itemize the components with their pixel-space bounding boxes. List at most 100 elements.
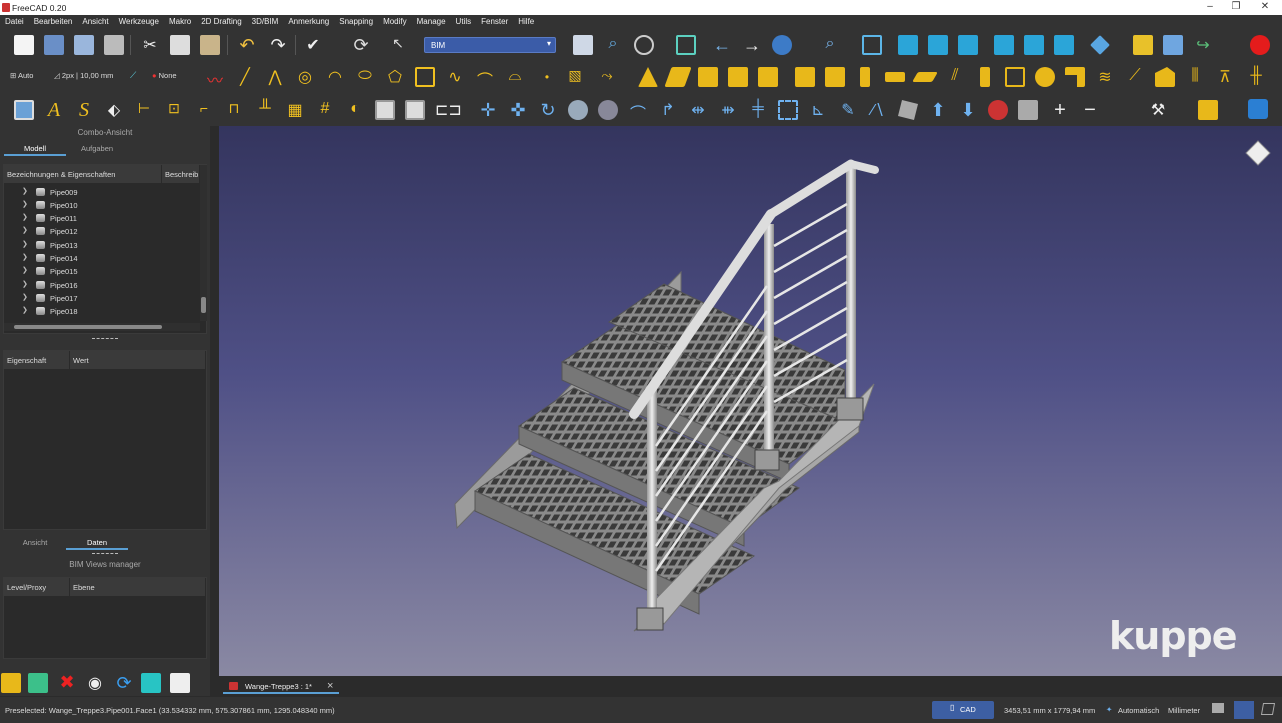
- shape-to-2d-icon[interactable]: [898, 100, 918, 120]
- hash-grid-icon[interactable]: #: [315, 100, 335, 120]
- zoom-selection-icon[interactable]: ⌕: [603, 35, 623, 55]
- python-console-icon[interactable]: [1260, 703, 1276, 715]
- wire-icon[interactable]: 〰: [205, 67, 225, 90]
- axis-system-icon[interactable]: ╨: [255, 100, 275, 120]
- tree-vertical-scrollbar[interactable]: [200, 165, 207, 321]
- slab-icon[interactable]: [795, 67, 815, 87]
- fillet-icon[interactable]: ↱: [658, 100, 678, 120]
- 3d-viewport[interactable]: kuppe: [219, 126, 1282, 676]
- tab-document[interactable]: Wange-Treppe3 : 1* ×: [223, 679, 339, 694]
- add-level-icon[interactable]: [1, 673, 21, 693]
- rectangle-icon[interactable]: [415, 67, 435, 87]
- menu-hilfe[interactable]: Hilfe: [513, 15, 539, 29]
- polygon-icon[interactable]: ⬠: [385, 67, 405, 87]
- add-proxy-icon[interactable]: [28, 673, 48, 693]
- measure-icon[interactable]: [1090, 35, 1110, 55]
- wire-to-bspline-icon[interactable]: ∕∖: [868, 100, 888, 120]
- isometric-view-icon[interactable]: [862, 35, 882, 55]
- unit-schema-button[interactable]: Automatisch: [1118, 706, 1159, 715]
- save-icon[interactable]: [74, 35, 94, 55]
- ellipse-icon[interactable]: ⬭: [355, 67, 375, 87]
- stair-flight-icon[interactable]: ≋: [1095, 67, 1115, 87]
- sync-view-icon[interactable]: [772, 35, 792, 55]
- workbench-selector[interactable]: BIM ▾: [424, 37, 556, 53]
- downgrade-icon[interactable]: ⬇: [958, 100, 978, 120]
- menu-3d-bim[interactable]: 3D/BIM: [247, 15, 284, 29]
- prop-header-property[interactable]: Eigenschaft: [4, 351, 70, 369]
- menu-ansicht[interactable]: Ansicht: [77, 15, 113, 29]
- cubic-bezier-icon[interactable]: ⌓: [505, 67, 525, 87]
- left-view-icon[interactable]: [1054, 35, 1074, 55]
- menu-2d-drafting[interactable]: 2D Drafting: [196, 15, 246, 29]
- group-folder-icon[interactable]: [1163, 35, 1183, 55]
- site-icon[interactable]: [638, 67, 658, 87]
- add-component-icon[interactable]: +: [1050, 99, 1070, 121]
- tab-view[interactable]: Ansicht: [4, 536, 66, 550]
- line-icon[interactable]: ╱: [235, 67, 255, 87]
- stretch-icon[interactable]: ⊾: [808, 100, 828, 120]
- equipment-icon[interactable]: [1155, 67, 1175, 87]
- splitter-handle[interactable]: [92, 338, 118, 342]
- wall-icon[interactable]: [664, 67, 692, 87]
- back-arrow-icon[interactable]: ←: [712, 35, 732, 55]
- door-icon[interactable]: [980, 67, 990, 87]
- paste-icon[interactable]: [200, 35, 220, 55]
- floor-icon[interactable]: [728, 67, 748, 87]
- clone-icon[interactable]: [568, 100, 588, 120]
- point-icon[interactable]: •: [540, 70, 554, 84]
- menu-datei[interactable]: Datei: [0, 15, 29, 29]
- tab-model[interactable]: Modell: [4, 142, 66, 156]
- nav-cube-icon[interactable]: [1245, 140, 1271, 166]
- close-tab-icon[interactable]: ×: [327, 680, 333, 692]
- draw-style-icon[interactable]: [634, 35, 654, 55]
- facebinder-icon[interactable]: ▧: [565, 67, 585, 87]
- isolate-icon[interactable]: [141, 673, 161, 693]
- railing-icon[interactable]: ⟋: [1125, 67, 1145, 87]
- circle-icon[interactable]: ◎: [295, 67, 315, 87]
- schedule-icon[interactable]: [375, 100, 395, 120]
- join-icon[interactable]: ⇻: [718, 100, 738, 120]
- panel-icon[interactable]: [912, 72, 938, 82]
- upgrade-icon[interactable]: ⬆: [928, 100, 948, 120]
- staircase-model[interactable]: [219, 126, 1282, 676]
- fence-icon[interactable]: ╫: [1246, 67, 1266, 87]
- rear-view-icon[interactable]: [994, 35, 1014, 55]
- tree-header-labels[interactable]: Bezeichnungen & Eigenschaften: [4, 165, 162, 183]
- shape-string-icon[interactable]: ⤳: [597, 67, 617, 87]
- move-icon[interactable]: ✛: [478, 100, 498, 120]
- menu-manage[interactable]: Manage: [412, 15, 451, 29]
- image-plane-icon[interactable]: [14, 100, 34, 120]
- link-icon[interactable]: ↪: [1193, 35, 1213, 55]
- maximize-button[interactable]: ❐: [1229, 1, 1243, 14]
- menu-bearbeiten[interactable]: Bearbeiten: [29, 15, 78, 29]
- tree-header-description[interactable]: Beschreib: [162, 165, 200, 183]
- forward-arrow-icon[interactable]: →: [742, 35, 762, 55]
- material-icon[interactable]: [1198, 100, 1218, 120]
- scrollbar-thumb[interactable]: [201, 297, 206, 313]
- bim-header-level[interactable]: Level/Proxy: [4, 578, 70, 596]
- tools-wrench-icon[interactable]: ⚒: [1148, 100, 1168, 120]
- stairs-icon[interactable]: ⫽: [945, 67, 965, 87]
- column-icon[interactable]: [860, 67, 870, 87]
- tree-horizontal-scrollbar[interactable]: [4, 323, 200, 331]
- mirror-icon[interactable]: [598, 100, 618, 120]
- tab-data[interactable]: Daten: [66, 536, 128, 550]
- refresh-icon[interactable]: ⟳: [351, 35, 371, 55]
- cutline-icon[interactable]: ⊏⊐: [435, 100, 462, 120]
- label-icon[interactable]: ⬖: [104, 100, 124, 120]
- menu-werkzeuge[interactable]: Werkzeuge: [114, 15, 164, 29]
- beam-icon[interactable]: [885, 72, 905, 82]
- curtain-wall-icon[interactable]: ⊼: [1215, 67, 1235, 87]
- remove-component-icon[interactable]: −: [1080, 99, 1100, 121]
- refresh-views-icon[interactable]: ⟳: [114, 673, 134, 693]
- window-icon[interactable]: [1005, 67, 1025, 87]
- close-window-button[interactable]: ✕: [1258, 1, 1272, 14]
- pipe-connector-icon[interactable]: [1065, 67, 1085, 87]
- fullscreen-toggle-icon[interactable]: [1234, 701, 1254, 719]
- layer-none-button[interactable]: ● None: [152, 71, 177, 80]
- print-icon[interactable]: [104, 35, 124, 55]
- recompute-check-icon[interactable]: ✔: [303, 35, 323, 55]
- building-icon[interactable]: [698, 67, 718, 87]
- minimize-button[interactable]: –: [1203, 1, 1217, 14]
- frame-icon[interactable]: [825, 67, 845, 87]
